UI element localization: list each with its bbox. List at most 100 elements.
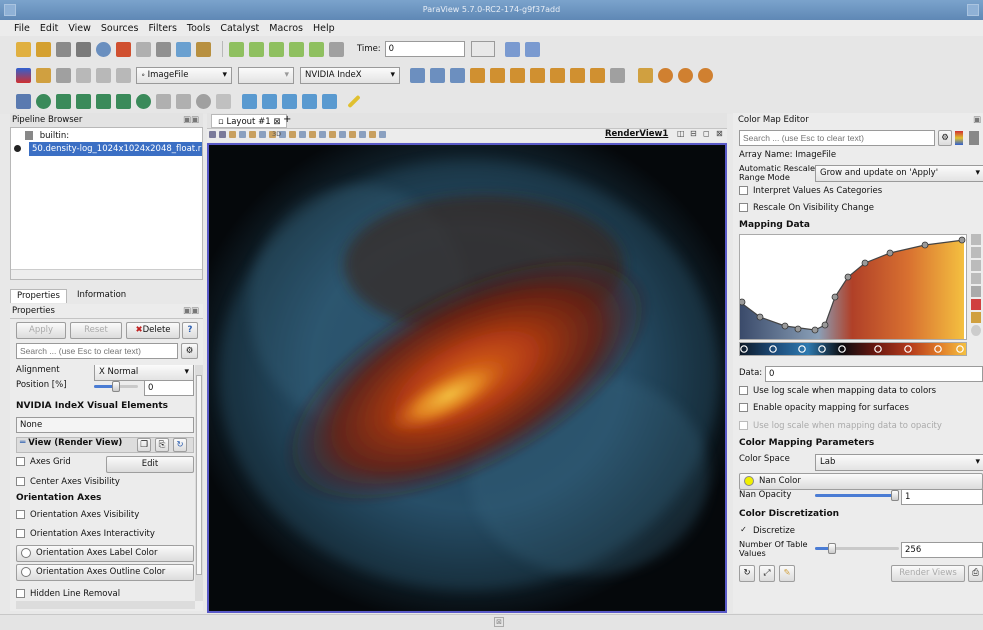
select-cells-on-icon[interactable] [239,131,246,138]
menu-macros[interactable]: Macros [269,23,303,34]
menu-tools[interactable]: Tools [187,23,210,34]
properties-hscrollbar[interactable] [16,601,195,609]
index-visual-elements-list[interactable]: None [16,417,194,433]
alignment-combo[interactable]: X Normal [94,365,194,381]
color-space-combo[interactable]: Lab [815,454,983,471]
interpret-categories-row[interactable]: Interpret Values As Categories [739,184,882,199]
advanced-gear-icon[interactable]: ⚙ [938,130,952,146]
orient-outline-color-button[interactable]: Orientation Axes Outline Color [16,564,194,581]
extract-level-icon[interactable] [216,93,231,109]
select-points-icon[interactable] [658,67,673,83]
select-polygon-icon[interactable] [678,67,693,83]
axes-grid-checkbox[interactable] [16,457,25,466]
reset-camera-icon[interactable] [156,41,171,57]
color-array-combo[interactable]: ∘ ImageFile [136,66,232,84]
menu-file[interactable]: File [14,23,30,34]
interpret-categories-checkbox[interactable] [739,186,748,195]
warp-icon[interactable] [176,93,191,109]
dock-buttons-icon[interactable]: ▣▣ [183,304,199,318]
view-neg-y-icon[interactable] [490,67,505,83]
menu-filters[interactable]: Filters [148,23,176,34]
view-section-header[interactable]: ═ View (Render View) ❐ ⎘ ↻ [16,437,194,453]
window-menu-icon[interactable] [4,4,16,16]
shrink-selection-icon[interactable] [359,131,366,138]
ruler-icon[interactable] [347,94,361,108]
slider-handle[interactable] [112,381,120,392]
interaction-mode-icon[interactable] [610,67,625,83]
orient-label-color-button[interactable]: Orientation Axes Label Color [16,545,194,562]
glyph-icon[interactable] [136,93,151,109]
component-combo[interactable] [238,66,294,84]
reset-pos-x-icon[interactable] [430,67,445,83]
log-opacity-checkbox[interactable] [739,421,748,430]
first-frame-icon[interactable] [229,41,244,57]
rescale-range-icon[interactable] [971,234,981,245]
invert-icon[interactable] [971,286,981,297]
choose-preset-icon[interactable] [971,299,981,310]
discretize-row[interactable]: ✓ Discretize [739,524,795,539]
dock-buttons-icon[interactable]: ▣▣ [183,113,199,127]
view-pos-y-icon[interactable] [470,67,485,83]
render-view[interactable] [207,143,727,613]
connect-icon[interactable] [96,41,111,57]
threshold-icon[interactable] [96,93,111,109]
rescale-custom-icon[interactable] [76,67,91,83]
clear-selection-icon[interactable] [369,131,376,138]
show-orientation-axes-icon[interactable] [219,131,226,138]
log-scale-row[interactable]: Use log scale when mapping data to color… [739,384,936,399]
time-input[interactable]: 0 [384,41,465,57]
open-recent-icon[interactable] [36,41,51,57]
undo-icon[interactable] [116,41,131,57]
probe-icon[interactable] [302,93,317,109]
extract-subset-icon[interactable] [116,93,131,109]
orient-visibility-checkbox[interactable] [16,510,25,519]
restore-icon[interactable]: ↻ [173,438,187,452]
python-shell-icon[interactable] [176,41,191,57]
previous-frame-icon[interactable] [249,41,264,57]
menu-help[interactable]: Help [313,23,335,34]
rescale-icon[interactable]: ↻ [739,565,755,582]
slider-handle[interactable] [827,543,836,554]
zoom-to-box-icon[interactable] [450,67,465,83]
camera-redo-icon[interactable] [524,41,540,57]
loop-icon[interactable] [329,41,344,57]
hidden-line-checkbox[interactable] [16,589,25,598]
color-transfer-function-editor[interactable] [739,342,967,356]
position-input[interactable]: 0 [144,380,194,396]
apply-button[interactable]: Apply [16,322,66,339]
scrollbar-thumb[interactable] [196,375,202,575]
table-values-slider[interactable] [815,542,899,556]
paste-icon[interactable]: ⎘ [155,438,169,452]
select-blocks-icon[interactable] [299,131,306,138]
rescale-visible-icon[interactable] [116,67,131,83]
grow-selection-icon[interactable] [349,131,356,138]
opacity-mapping-checkbox[interactable] [739,403,748,412]
axes-grid-edit-button[interactable]: Edit [106,456,194,473]
nan-opacity-input[interactable]: 1 [901,489,983,505]
interactive-select-cells-icon[interactable] [309,131,316,138]
tab-properties[interactable]: Properties [10,289,67,303]
hover-points-icon[interactable] [329,131,336,138]
rescale-custom-icon[interactable] [971,247,981,258]
data-value-input[interactable]: 0 [765,366,983,382]
render-views-button[interactable]: Render Views [891,565,965,582]
dock-buttons-icon[interactable]: ▣ [973,113,981,128]
spreadsheet-icon[interactable] [262,93,277,109]
reset-neg-x-icon[interactable] [410,67,425,83]
select-cells-through-icon[interactable] [259,131,266,138]
select-cells-icon[interactable] [638,67,653,83]
hidden-line-row[interactable]: Hidden Line Removal [16,589,120,599]
orient-interactivity-checkbox[interactable] [16,529,25,538]
time-step-spinbox[interactable] [470,41,495,57]
cme-search-input[interactable] [739,130,935,146]
save-state-icon[interactable] [76,41,91,57]
log-opacity-row[interactable]: Use log scale when mapping data to opaci… [739,419,942,434]
log-scale-checkbox[interactable] [739,386,748,395]
view-name[interactable]: RenderView1 [605,129,668,139]
rescale-temporal-icon[interactable] [971,260,981,271]
split-horizontal-icon[interactable]: ◫ [677,129,685,138]
split-vertical-icon[interactable]: ⊟ [690,129,697,138]
memory-inspector-icon[interactable]: ⊠ [494,617,504,627]
rescale-icon[interactable] [56,67,71,83]
rotate-90-cw-icon[interactable] [550,67,565,83]
